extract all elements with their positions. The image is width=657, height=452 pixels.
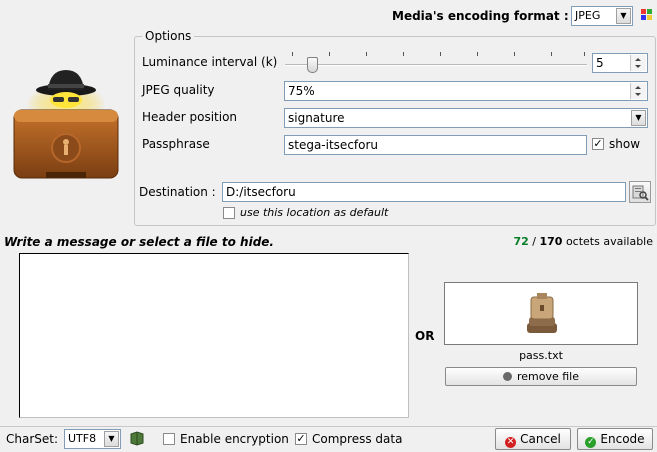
luminance-value: 5 (596, 56, 604, 70)
show-passphrase-checkbox[interactable]: ✓ (592, 138, 604, 150)
encoding-format-select[interactable]: JPEG ▼ (571, 6, 633, 26)
jpeg-quality-label: JPEG quality (142, 83, 215, 97)
octets-available: 72 / 170 octets available (513, 235, 653, 248)
header-position-value: signature (288, 111, 345, 125)
file-briefcase-icon (527, 293, 557, 333)
cancel-button[interactable]: ✕ Cancel (495, 428, 571, 450)
palette-icon[interactable] (640, 8, 654, 22)
remove-icon (502, 372, 512, 381)
passphrase-input[interactable]: stega-itsecforu (284, 135, 587, 155)
compress-data-checkbox[interactable]: ✓ (295, 433, 307, 445)
browse-destination-button[interactable] (629, 181, 651, 203)
bottom-divider (0, 426, 657, 427)
show-passphrase-label: show (609, 137, 641, 151)
spinner-arrows-icon[interactable] (630, 83, 646, 99)
destination-label: Destination : (139, 185, 216, 199)
folder-search-icon (632, 185, 649, 201)
chevron-down-icon: ▼ (631, 110, 646, 126)
jpeg-quality-value: 75% (288, 84, 315, 98)
slider-tick (440, 52, 441, 56)
slider-tick (514, 52, 515, 56)
header-position-label: Header position (142, 110, 238, 124)
cancel-icon: ✕ (505, 437, 517, 448)
selected-file-name: pass.txt (519, 349, 563, 362)
octets-used: 72 (513, 235, 529, 248)
book-icon[interactable] (129, 430, 145, 446)
destination-input[interactable]: D:/itsecforu (222, 182, 626, 202)
slider-tick (292, 52, 293, 56)
passphrase-value: stega-itsecforu (288, 138, 379, 152)
chevron-down-icon: ▼ (104, 431, 119, 447)
luminance-spinner[interactable]: 5 (592, 53, 648, 73)
spy-briefcase-logo (6, 62, 126, 184)
destination-value: D:/itsecforu (226, 185, 296, 199)
luminance-slider-track[interactable] (285, 64, 587, 66)
remove-file-label: remove file (516, 370, 580, 383)
slider-tick (584, 52, 585, 56)
charset-value: UTF8 (68, 432, 97, 445)
encode-button[interactable]: ✓ Encode (577, 428, 653, 450)
message-textarea[interactable] (19, 253, 409, 418)
luminance-label: Luminance interval (k) (142, 55, 278, 69)
header-position-select[interactable]: signature ▼ (284, 108, 648, 128)
options-legend: Options (142, 29, 195, 43)
slider-tick (477, 52, 478, 56)
slider-tick (366, 52, 367, 56)
encoding-format-label: Media's encoding format : (392, 9, 569, 23)
compress-data-label: Compress data (312, 432, 403, 446)
charset-select[interactable]: UTF8 ▼ (64, 429, 121, 449)
encode-label: Encode (600, 432, 645, 446)
default-location-checkbox[interactable] (223, 207, 235, 219)
message-title: Write a message or select a file to hide… (4, 235, 274, 249)
jpeg-quality-spinner[interactable]: 75% (284, 81, 648, 101)
chevron-down-icon: ▼ (616, 8, 631, 24)
enable-encryption-label: Enable encryption (180, 432, 289, 446)
luminance-slider-thumb[interactable] (307, 57, 318, 73)
encoding-format-value: JPEG (575, 9, 601, 22)
slider-tick (329, 52, 330, 56)
spinner-arrows-icon[interactable] (630, 55, 646, 71)
enable-encryption-checkbox[interactable] (163, 433, 175, 445)
cancel-label: Cancel (520, 432, 561, 446)
passphrase-label: Passphrase (142, 137, 210, 151)
slider-tick (551, 52, 552, 56)
charset-label: CharSet: (6, 432, 59, 446)
encode-icon: ✓ (585, 437, 597, 448)
select-file-button[interactable] (444, 282, 638, 345)
or-label: OR (415, 329, 435, 343)
remove-file-button[interactable]: remove file (445, 367, 637, 386)
slider-tick (403, 52, 404, 56)
default-location-label: use this location as default (240, 206, 389, 219)
octets-total: 170 (539, 235, 563, 248)
